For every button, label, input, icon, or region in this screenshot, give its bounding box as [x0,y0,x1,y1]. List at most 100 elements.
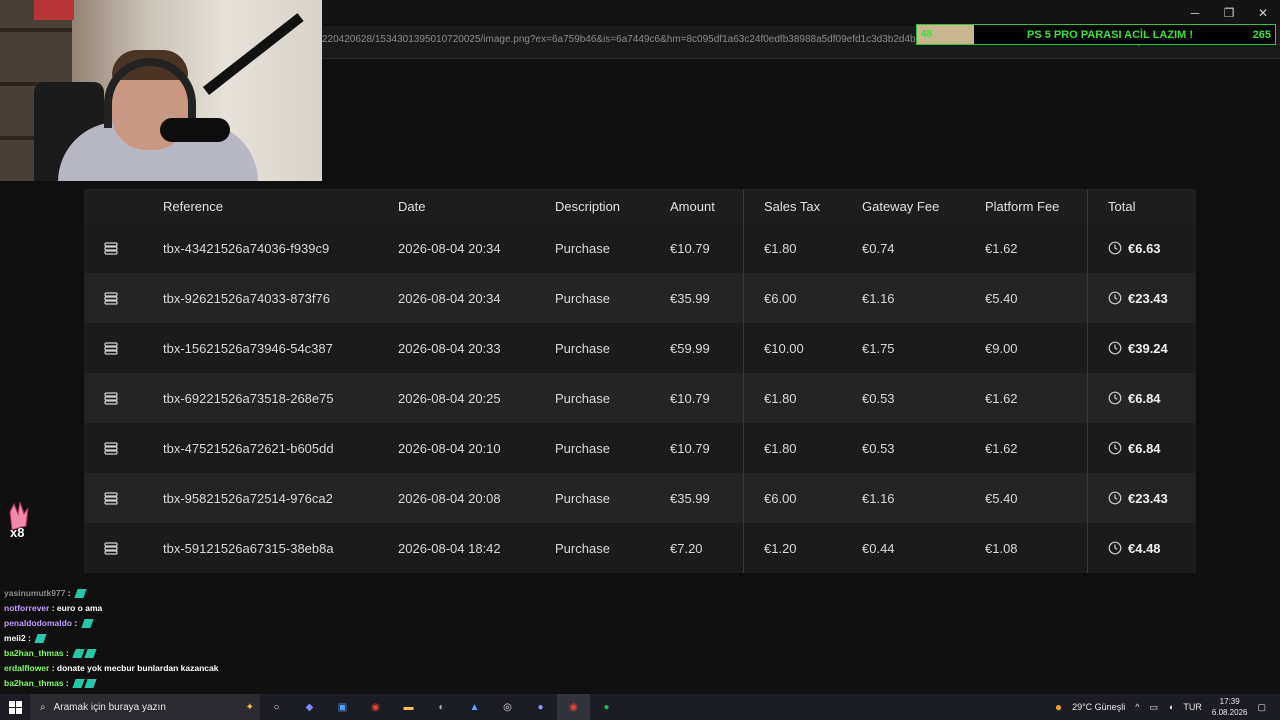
app-icon-download[interactable]: ▲ [458,694,491,720]
row-total-value: €23.43 [1128,490,1168,506]
app-icon-chrome-active[interactable]: ◉ [557,694,590,720]
row-reference: tbx-59121526a67315-38eb8a [163,540,334,556]
close-icon[interactable]: ✕ [1246,0,1280,26]
row-amount: €10.79 [670,390,710,406]
chat-separator: : [63,678,72,688]
goal-title: PS 5 PRO PARASI ACİL LAZIM ! [1026,28,1194,41]
taskbar-search[interactable]: ⌕ Aramak için buraya yazın ✦ [30,694,260,720]
table-row[interactable]: tbx-95821526a72514-976ca2 2026-08-04 20:0… [84,473,1196,523]
header-gateway-fee[interactable]: Gateway Fee [862,189,939,223]
table-row[interactable]: tbx-47521526a72621-b605dd 2026-08-04 20:1… [84,423,1196,473]
receipt-stack-icon [104,323,124,373]
row-sales-tax: €1.80 [764,240,797,256]
goal-current: 48 [921,29,933,40]
header-total[interactable]: Total [1108,189,1135,223]
app-icon-steam[interactable]: ◐ [425,694,458,720]
row-amount: €7.20 [670,540,703,556]
chat-emote-icon [72,649,85,659]
column-divider [743,189,744,573]
weather-text[interactable]: 29°C Güneşli [1072,702,1125,712]
notification-icon[interactable]: ▢ [1257,702,1266,713]
row-total: €39.24 [1108,323,1168,373]
chat-emote-icon [34,634,47,644]
row-amount: €10.79 [670,240,710,256]
row-description: Purchase [555,240,610,256]
app-icon-spotify[interactable]: ● [590,694,623,720]
clock-icon [1108,541,1122,555]
chat-separator: : [49,603,57,613]
windows-logo-icon [8,700,22,714]
chat-emote-icon [80,619,94,629]
row-sales-tax: €6.00 [764,490,797,506]
chat-message: notforrever : euro o ama [4,601,324,616]
row-total: €6.84 [1108,423,1161,473]
receipt-stack-icon [104,473,124,523]
chat-emote-icon [74,589,87,599]
table-header: Reference Date Description Amount Sales … [84,189,1196,223]
row-reference: tbx-92621526a74033-873f76 [163,290,330,306]
chat-username: yasinumutk977 [4,588,66,598]
header-reference[interactable]: Reference [163,189,223,223]
row-gateway-fee: €1.16 [862,490,895,506]
webcam-box [34,0,74,20]
address-bar[interactable]: 220420628/1534301395010720025/image.png?… [322,34,922,52]
clock-time: 17:39 [1219,697,1240,706]
sparkle-icon: ✦ [245,701,254,713]
row-description: Purchase [555,390,610,406]
tray-chevron-icon[interactable]: ^ [1135,702,1139,712]
table-row[interactable]: tbx-92621526a74033-873f76 2026-08-04 20:3… [84,273,1196,323]
row-amount: €10.79 [670,440,710,456]
row-description: Purchase [555,540,610,556]
app-icon-explorer[interactable]: ▬ [392,694,425,720]
header-amount[interactable]: Amount [670,189,715,223]
chat-message: erdalflower : donate yok mecbur bunlarda… [4,661,324,676]
row-total-value: €39.24 [1128,340,1168,356]
row-total-value: €4.48 [1128,540,1161,556]
windows-taskbar: ⌕ Aramak için buraya yazın ✦ ○ ◆ ▣ ◉ ▬ ◐… [0,694,1280,720]
minimize-icon[interactable]: ─ [1178,0,1212,26]
app-icon-discord[interactable]: ● [524,694,557,720]
row-total-value: €6.84 [1128,390,1161,406]
taskbar-clock[interactable]: 17:39 6.08.2026 [1212,696,1248,718]
chat-separator: : [65,588,73,598]
chat-text: donate yok mecbur bunlardan kazancak [56,663,219,673]
clock-date: 6.08.2026 [1211,708,1248,717]
table-row[interactable]: tbx-15621526a73946-54c387 2026-08-04 20:3… [84,323,1196,373]
header-description[interactable]: Description [555,189,620,223]
app-icon-obs[interactable]: ◎ [491,694,524,720]
row-sales-tax: €10.00 [764,340,804,356]
row-sales-tax: €6.00 [764,290,797,306]
emote-count: x8 [10,525,25,540]
header-platform-fee[interactable]: Platform Fee [985,189,1059,223]
app-icon-store[interactable]: ▣ [326,694,359,720]
app-icon-vpn[interactable]: ◆ [293,694,326,720]
header-date[interactable]: Date [398,189,425,223]
header-sales-tax[interactable]: Sales Tax [764,189,820,223]
row-gateway-fee: €1.16 [862,290,895,306]
app-icon-chrome[interactable]: ◉ [359,694,392,720]
row-description: Purchase [555,340,610,356]
chat-text: euro o ama [56,603,103,613]
task-view-icon[interactable]: ○ [260,694,293,720]
row-date: 2026-08-04 20:25 [398,390,501,406]
row-reference: tbx-95821526a72514-976ca2 [163,490,333,506]
network-icon[interactable]: ▭ [1149,702,1158,713]
clock-icon [1108,241,1122,255]
start-button[interactable] [0,694,30,720]
row-gateway-fee: €0.74 [862,240,895,256]
transactions-table: Reference Date Description Amount Sales … [84,189,1196,573]
chat-message: ba2han_thmas : [4,646,324,661]
row-gateway-fee: €0.44 [862,540,895,556]
table-row[interactable]: tbx-69221526a73518-268e75 2026-08-04 20:2… [84,373,1196,423]
volume-icon[interactable]: ◖ [1168,702,1173,712]
language-indicator[interactable]: TUR [1183,702,1202,712]
webcam-feed [0,0,322,181]
restore-icon[interactable]: ❐ [1212,0,1246,26]
row-total-value: €6.84 [1128,440,1161,456]
table-row[interactable]: tbx-59121526a67315-38eb8a 2026-08-04 18:4… [84,523,1196,573]
clock-icon [1108,391,1122,405]
row-reference: tbx-47521526a72621-b605dd [163,440,334,456]
chat-username: meii2 [4,633,26,643]
row-total: €6.63 [1108,223,1161,273]
table-row[interactable]: tbx-43421526a74036-f939c9 2026-08-04 20:3… [84,223,1196,273]
